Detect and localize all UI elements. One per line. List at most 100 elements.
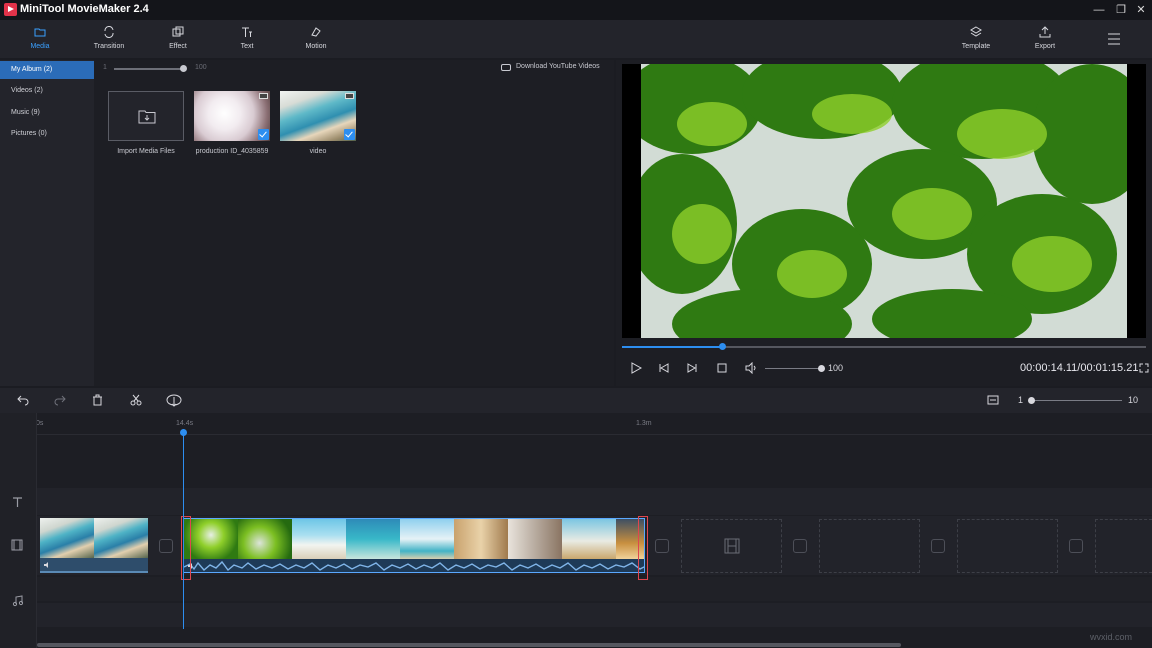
timeline-zoom-handle[interactable] — [1028, 397, 1035, 404]
video-badge-icon — [345, 93, 354, 99]
tab-effect-label: Effect — [148, 43, 208, 50]
volume-slider[interactable] — [765, 368, 821, 369]
empty-clip-slot[interactable] — [1095, 519, 1152, 573]
menu-icon[interactable] — [1107, 33, 1121, 45]
media-item-caption: production ID_4035859 — [182, 148, 282, 155]
restore-button[interactable]: ❐ — [1110, 1, 1132, 19]
audio-track[interactable] — [37, 603, 1152, 627]
transition-slot-icon[interactable] — [655, 539, 669, 553]
clip-frame — [454, 519, 508, 559]
undo-icon[interactable] — [17, 394, 29, 406]
next-frame-icon[interactable] — [687, 363, 698, 373]
media-item-video[interactable] — [280, 91, 356, 141]
folder-icon — [34, 26, 46, 38]
sidebar-item-label: My Album — [11, 66, 42, 73]
clip-frame — [40, 518, 94, 558]
import-folder-icon — [138, 108, 156, 124]
fit-timeline-icon[interactable] — [987, 395, 999, 405]
preview-panel: 100 00:00:14.11/00:01:15.21 — [616, 60, 1152, 386]
clip-frame — [508, 519, 562, 559]
clip-volume-icon[interactable] — [43, 561, 51, 569]
thumb-zoom-slider[interactable] — [114, 68, 184, 70]
empty-clip-slot[interactable] — [681, 519, 782, 573]
sidebar-item-videos[interactable]: Videos (2) — [0, 82, 94, 100]
template-button[interactable]: Template — [946, 20, 1006, 58]
sidebar-item-count: (0) — [38, 130, 47, 137]
redo-icon[interactable] — [54, 394, 66, 406]
thumb-zoom-handle[interactable] — [180, 65, 187, 72]
effect-icon — [172, 26, 184, 38]
volume-handle[interactable] — [818, 365, 825, 372]
audio-split-icon[interactable] — [166, 393, 182, 407]
sidebar-item-music[interactable]: Music (9) — [0, 104, 94, 122]
tab-text[interactable]: Text — [217, 20, 277, 58]
transition-slot-icon[interactable] — [931, 539, 945, 553]
text-track-icon — [12, 497, 23, 508]
previous-frame-icon[interactable] — [658, 363, 669, 373]
playhead-line[interactable] — [183, 429, 184, 629]
delete-icon[interactable] — [92, 394, 103, 406]
selected-check-icon[interactable] — [344, 129, 355, 140]
playhead-handle[interactable] — [180, 429, 187, 436]
preview-video[interactable] — [622, 64, 1146, 338]
tab-transition-label: Transition — [79, 43, 139, 50]
timeline-scrollbar[interactable] — [37, 643, 901, 647]
fullscreen-icon[interactable] — [1139, 363, 1149, 373]
motion-icon — [310, 26, 322, 38]
playback-handle[interactable] — [719, 343, 726, 350]
selected-check-icon[interactable] — [258, 129, 269, 140]
close-button[interactable]: ✕ — [1130, 1, 1152, 19]
transition-slot-icon[interactable] — [159, 539, 173, 553]
tab-media[interactable]: Media — [10, 20, 70, 58]
media-item-production[interactable] — [194, 91, 270, 141]
clip-frame — [238, 519, 292, 559]
volume-value: 100 — [828, 363, 843, 373]
film-icon — [724, 538, 740, 554]
timeline-zoom-slider[interactable] — [1030, 400, 1122, 401]
sidebar-item-label: Videos — [11, 87, 32, 94]
sidebar-item-label: Pictures — [11, 130, 36, 137]
import-media-label: Import Media Files — [96, 148, 196, 155]
minimize-button[interactable]: — — [1088, 1, 1110, 19]
export-button[interactable]: Export — [1015, 20, 1075, 58]
clip-audio-line — [40, 571, 148, 573]
tab-media-label: Media — [10, 43, 70, 50]
tab-transition[interactable]: Transition — [79, 20, 139, 58]
sidebar-item-my-album[interactable]: My Album (2) — [0, 61, 94, 79]
sidebar-item-count: (2) — [34, 87, 43, 94]
download-youtube-link[interactable]: Download YouTube Videos — [516, 63, 600, 70]
split-scissors-icon[interactable] — [130, 394, 142, 406]
track-header-column — [0, 413, 37, 648]
youtube-download-icon — [501, 64, 511, 71]
watermark-text: wvxid.com — [1090, 632, 1132, 642]
clip-trim-handle-right[interactable] — [638, 516, 648, 580]
clip-frame — [94, 518, 148, 558]
time-ruler[interactable] — [37, 413, 1152, 435]
music-track-icon — [12, 595, 23, 607]
thumb-zoom-max: 100 — [195, 64, 207, 71]
music-track[interactable] — [37, 577, 1152, 601]
video-track-icon — [11, 539, 23, 551]
timeline: 0s 14.4s 1.3m — [0, 413, 1152, 648]
stop-icon[interactable] — [717, 363, 727, 373]
timeline-zoom-min: 1 — [1018, 395, 1023, 405]
import-media-button[interactable] — [108, 91, 184, 141]
playback-progress-bar[interactable] — [622, 346, 1146, 348]
template-label: Template — [946, 43, 1006, 50]
empty-clip-slot[interactable] — [957, 519, 1058, 573]
timeline-clip-selected[interactable] — [183, 518, 645, 573]
transition-slot-icon[interactable] — [1069, 539, 1083, 553]
play-icon[interactable] — [630, 362, 642, 374]
sidebar-item-pictures[interactable]: Pictures (0) — [0, 125, 94, 143]
text-track[interactable] — [37, 488, 1152, 515]
title-bar: MiniTool MovieMaker 2.4 — ❐ ✕ — [0, 0, 1152, 20]
tab-motion-label: Motion — [286, 43, 346, 50]
empty-clip-slot[interactable] — [819, 519, 920, 573]
volume-icon[interactable] — [745, 362, 758, 374]
timecode-readout: 00:00:14.11/00:01:15.21 — [1020, 362, 1138, 374]
tab-motion[interactable]: Motion — [286, 20, 346, 58]
tab-effect[interactable]: Effect — [148, 20, 208, 58]
transition-slot-icon[interactable] — [793, 539, 807, 553]
playback-progress-fill — [622, 346, 722, 348]
timeline-clip-video[interactable] — [40, 518, 148, 573]
